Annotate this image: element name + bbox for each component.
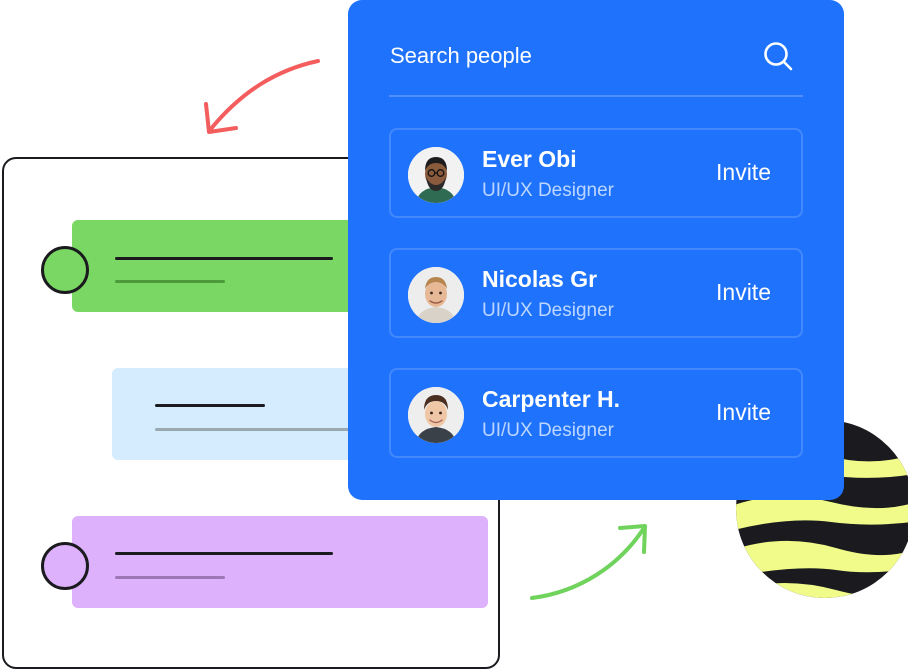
person-name: Nicolas Gr (482, 266, 598, 292)
green-arrow-icon (530, 524, 647, 600)
invite-button[interactable]: Invite (716, 279, 771, 306)
avatar (408, 147, 464, 203)
invite-button[interactable]: Invite (716, 159, 771, 186)
wireframe-line (155, 404, 265, 407)
wireframe-line (115, 280, 225, 283)
person-role: UI/UX Designer (482, 300, 614, 321)
avatar (408, 267, 464, 323)
wireframe-bar-purple (72, 516, 488, 608)
wireframe-line (155, 428, 355, 431)
wireframe-bar-blue (112, 368, 372, 460)
person-name: Carpenter H. (482, 386, 621, 412)
wireframe-line (115, 552, 333, 555)
search-bar (390, 36, 804, 76)
wireframe-line (115, 576, 225, 579)
search-divider (389, 95, 803, 97)
person-row: Nicolas Gr UI/UX Designer Invite (389, 248, 803, 338)
invite-button[interactable]: Invite (716, 399, 771, 426)
search-icon[interactable] (762, 40, 794, 72)
red-arrow-icon (204, 59, 320, 134)
search-input[interactable] (390, 40, 730, 72)
wireframe-line (115, 257, 333, 260)
wireframe-dot-purple (41, 542, 89, 590)
person-row: Carpenter H. UI/UX Designer Invite (389, 368, 803, 458)
wireframe-dot-green (41, 246, 89, 294)
person-row: Ever Obi UI/UX Designer Invite (389, 128, 803, 218)
person-role: UI/UX Designer (482, 420, 614, 441)
wireframe-bar-green (72, 220, 372, 312)
person-name: Ever Obi (482, 146, 577, 172)
avatar (408, 387, 464, 443)
person-role: UI/UX Designer (482, 180, 614, 201)
